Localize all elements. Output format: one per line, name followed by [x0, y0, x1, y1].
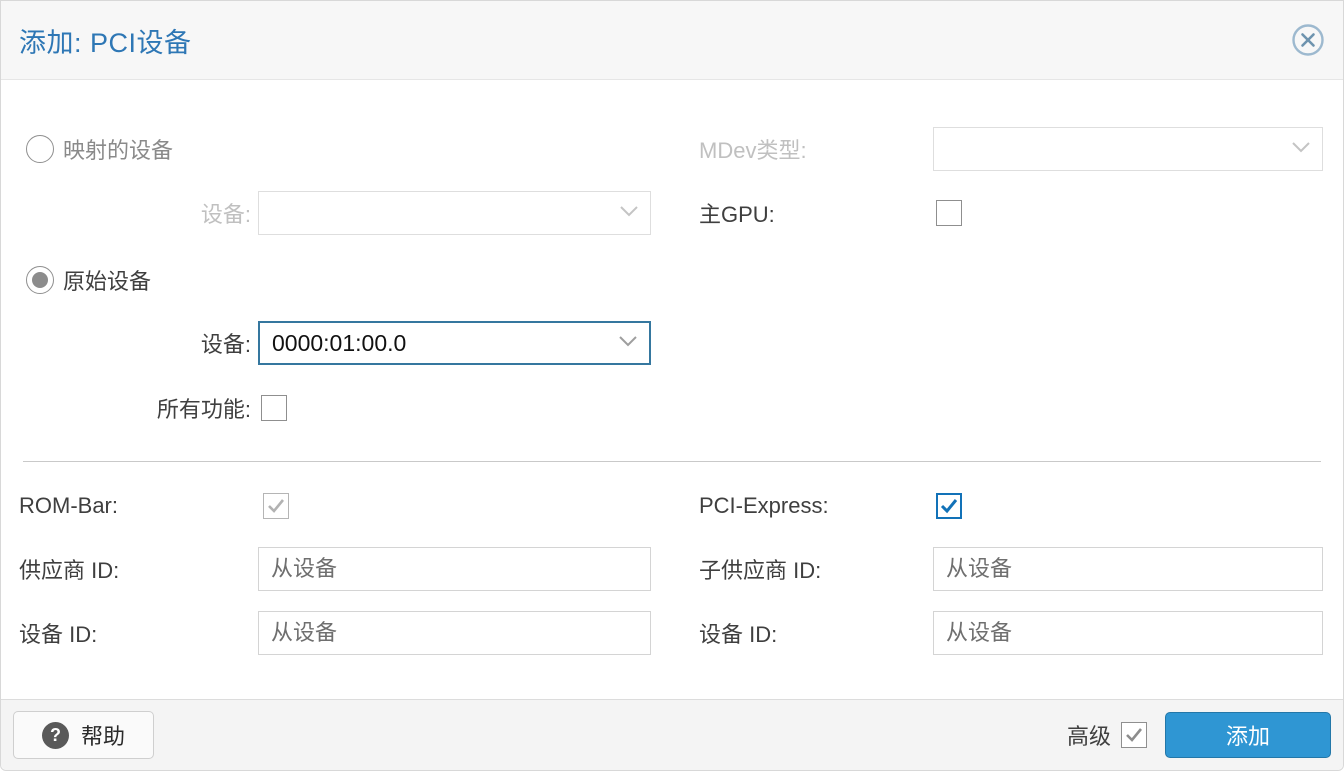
sub-vendor-id-label: 子供应商 ID: — [699, 553, 933, 585]
help-button[interactable]: ? 帮助 — [13, 711, 154, 759]
device-id-right-input[interactable] — [933, 611, 1323, 655]
pci-express-checkbox[interactable] — [936, 493, 962, 519]
primary-gpu-checkbox[interactable] — [936, 200, 962, 226]
advanced-label: 高级 — [1067, 719, 1111, 751]
chevron-down-icon — [1292, 140, 1310, 158]
row-mapped-device-gpu: 设备: 主GPU: — [19, 191, 1325, 235]
all-functions-checkbox[interactable] — [261, 395, 287, 421]
mdev-type-label: MDev类型: — [699, 133, 933, 165]
mdev-type-select — [933, 127, 1323, 171]
advanced-checkbox[interactable] — [1121, 722, 1147, 748]
mapped-device-select — [258, 191, 651, 235]
device-id-label: 设备 ID: — [19, 617, 251, 649]
add-pci-device-dialog: 添加: PCI设备 映射的设备 MDev类型: — [0, 0, 1344, 771]
help-button-label: 帮助 — [81, 719, 125, 751]
raw-device-value: 0000:01:00.0 — [272, 330, 406, 357]
row-raw-radio: 原始设备 — [19, 266, 1325, 294]
vendor-id-label: 供应商 ID: — [19, 553, 251, 585]
raw-device-radio[interactable] — [26, 266, 54, 294]
device-id-input[interactable] — [258, 611, 651, 655]
vendor-id-input[interactable] — [258, 547, 651, 591]
pci-express-label: PCI-Express: — [699, 493, 933, 519]
mapped-device-radio[interactable] — [26, 135, 54, 163]
row-vendor-ids: 供应商 ID: 子供应商 ID: — [19, 547, 1325, 591]
row-mapped-radio-mdev: 映射的设备 MDev类型: — [19, 127, 1325, 171]
section-divider — [23, 461, 1321, 462]
rom-bar-checkbox — [263, 493, 289, 519]
row-rombar-pcie: ROM-Bar: PCI-Express: — [19, 493, 1325, 519]
add-button[interactable]: 添加 — [1165, 712, 1331, 758]
chevron-down-icon — [620, 204, 638, 222]
raw-device-label: 设备: — [19, 327, 251, 359]
chevron-down-icon — [619, 334, 637, 352]
primary-gpu-label: 主GPU: — [699, 197, 933, 229]
row-raw-device: 设备: 0000:01:00.0 — [19, 321, 1325, 365]
mapped-device-label: 设备: — [19, 197, 251, 229]
close-icon[interactable] — [1291, 23, 1325, 57]
all-functions-label: 所有功能: — [19, 392, 251, 424]
row-all-functions: 所有功能: — [19, 395, 1325, 421]
raw-device-select[interactable]: 0000:01:00.0 — [258, 321, 651, 365]
row-device-ids: 设备 ID: 设备 ID: — [19, 611, 1325, 655]
help-icon: ? — [42, 722, 69, 749]
dialog-titlebar: 添加: PCI设备 — [1, 1, 1343, 80]
dialog-footer: ? 帮助 高级 添加 — [1, 699, 1343, 770]
dialog-title: 添加: PCI设备 — [19, 21, 192, 60]
sub-vendor-id-input[interactable] — [933, 547, 1323, 591]
mapped-device-radio-label: 映射的设备 — [63, 133, 173, 165]
dialog-body: 映射的设备 MDev类型: 设备: — [1, 80, 1343, 699]
raw-device-radio-label: 原始设备 — [63, 264, 151, 296]
device-id-right-label: 设备 ID: — [699, 617, 933, 649]
rom-bar-label: ROM-Bar: — [19, 493, 251, 519]
